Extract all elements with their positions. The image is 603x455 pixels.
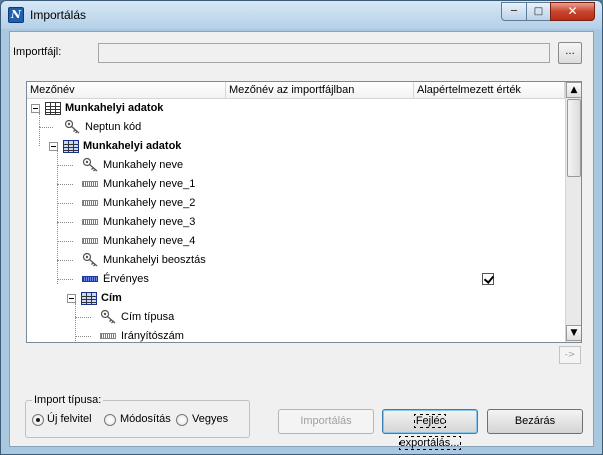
row-label: Munkahely neve_4 — [103, 235, 196, 247]
maximize-icon: □ — [533, 6, 544, 17]
table-row[interactable]: Munkahelyi beosztás — [27, 251, 565, 270]
collapse-toggle[interactable] — [49, 142, 58, 151]
radio-mixed[interactable] — [176, 414, 188, 426]
row-label: Munkahely neve_1 — [103, 178, 196, 190]
collapse-toggle[interactable] — [31, 104, 40, 113]
collapse-toggle[interactable] — [67, 294, 76, 303]
field-icon — [82, 181, 98, 187]
close-icon: ✕ — [567, 4, 578, 18]
row-label: Munkahely neve_3 — [103, 216, 196, 228]
import-button[interactable]: Importálás — [278, 409, 374, 434]
row-label: Irányítószám — [121, 330, 184, 342]
import-dialog: N Importálás ─ □ ✕ Importfájl: ... Mezőn… — [0, 0, 603, 455]
table-row[interactable]: Munkahely neve_2 — [27, 194, 565, 213]
table-row[interactable]: Munkahelyi adatok — [27, 99, 565, 118]
app-icon: N — [8, 7, 24, 23]
dialog-body: Importfájl: ... Mezőnév Mezőnév az impor… — [9, 31, 594, 450]
radio-label-new-entry[interactable]: Új felvitel — [47, 413, 92, 425]
table-row[interactable]: Munkahely neve_4 — [27, 232, 565, 251]
row-label: Munkahelyi adatok — [83, 140, 182, 152]
key-icon — [82, 252, 100, 268]
radio-label-modification[interactable]: Módosítás — [120, 413, 171, 425]
import-type-legend: Import típusa: — [32, 394, 104, 406]
close-window-button[interactable]: ✕ — [550, 2, 595, 21]
row-label: Cím — [101, 292, 122, 304]
row-label: Neptun kód — [85, 121, 142, 133]
import-file-input[interactable] — [98, 43, 550, 63]
field-icon — [82, 200, 98, 206]
table-row[interactable]: Neptun kód — [27, 118, 565, 137]
minimize-icon: ─ — [510, 6, 518, 17]
move-right-button[interactable]: -> — [559, 346, 581, 364]
scroll-thumb[interactable] — [567, 99, 581, 177]
close-button[interactable]: Bezárás — [487, 409, 583, 434]
scroll-down-button[interactable]: ▼ — [566, 325, 581, 341]
table-icon — [63, 140, 79, 153]
arrow-down-icon: ▼ — [570, 328, 578, 338]
radio-new-entry[interactable] — [32, 414, 44, 426]
grid-header: Mezőnév Mezőnév az importfájlban Alapért… — [27, 82, 565, 99]
row-label: Munkahelyi beosztás — [103, 254, 206, 266]
default-value-checkbox[interactable] — [482, 273, 494, 285]
field-icon — [82, 276, 98, 282]
import-file-label: Importfájl: — [13, 46, 62, 58]
table-row[interactable]: Munkahely neve_1 — [27, 175, 565, 194]
field-icon — [82, 238, 98, 244]
row-label: Munkahely neve — [103, 159, 184, 171]
field-mapping-grid[interactable]: Mezőnév Mezőnév az importfájlban Alapért… — [26, 81, 582, 343]
minimize-button[interactable]: ─ — [501, 2, 527, 21]
row-label: Érvényes — [103, 273, 149, 285]
row-label: Cím típusa — [121, 311, 175, 323]
key-icon — [64, 119, 82, 135]
grid-vertical-scrollbar[interactable]: ▲ ▼ — [565, 82, 581, 342]
table-icon — [45, 102, 61, 115]
radio-modification[interactable] — [104, 414, 116, 426]
table-icon — [81, 292, 97, 305]
table-row[interactable]: Érvényes — [27, 270, 565, 289]
column-header-field-name[interactable]: Mezőnév — [27, 82, 226, 99]
export-header-button[interactable]: Fejléc exportálás... — [382, 409, 478, 450]
column-header-import-field-name[interactable]: Mezőnév az importfájlban — [226, 82, 414, 99]
window-title: Importálás — [30, 8, 87, 22]
radio-label-mixed[interactable]: Vegyes — [192, 413, 228, 425]
grid-rows: Munkahelyi adatok Neptun kód Munkahelyi ad… — [27, 99, 565, 342]
arrow-up-icon: ▲ — [570, 85, 578, 95]
maximize-button[interactable]: □ — [526, 2, 551, 21]
table-row[interactable]: Cím — [27, 289, 565, 308]
table-row[interactable]: Irányítószám — [27, 327, 565, 342]
export-header-label: Fejléc exportálás... — [398, 414, 462, 450]
column-header-default-value[interactable]: Alapértelmezett érték — [414, 82, 565, 99]
scroll-up-button[interactable]: ▲ — [566, 82, 581, 98]
key-icon — [100, 309, 118, 325]
title-bar[interactable]: N Importálás ─ □ ✕ — [1, 1, 602, 29]
browse-button[interactable]: ... — [558, 42, 582, 64]
field-icon — [82, 219, 98, 225]
key-icon — [82, 157, 100, 173]
field-icon — [100, 333, 116, 339]
row-label: Munkahely neve_2 — [103, 197, 196, 209]
table-row[interactable]: Cím típusa — [27, 308, 565, 327]
table-row[interactable]: Munkahelyi adatok — [27, 137, 565, 156]
table-row[interactable]: Munkahely neve_3 — [27, 213, 565, 232]
row-label: Munkahelyi adatok — [65, 102, 164, 114]
table-row[interactable]: Munkahely neve — [27, 156, 565, 175]
